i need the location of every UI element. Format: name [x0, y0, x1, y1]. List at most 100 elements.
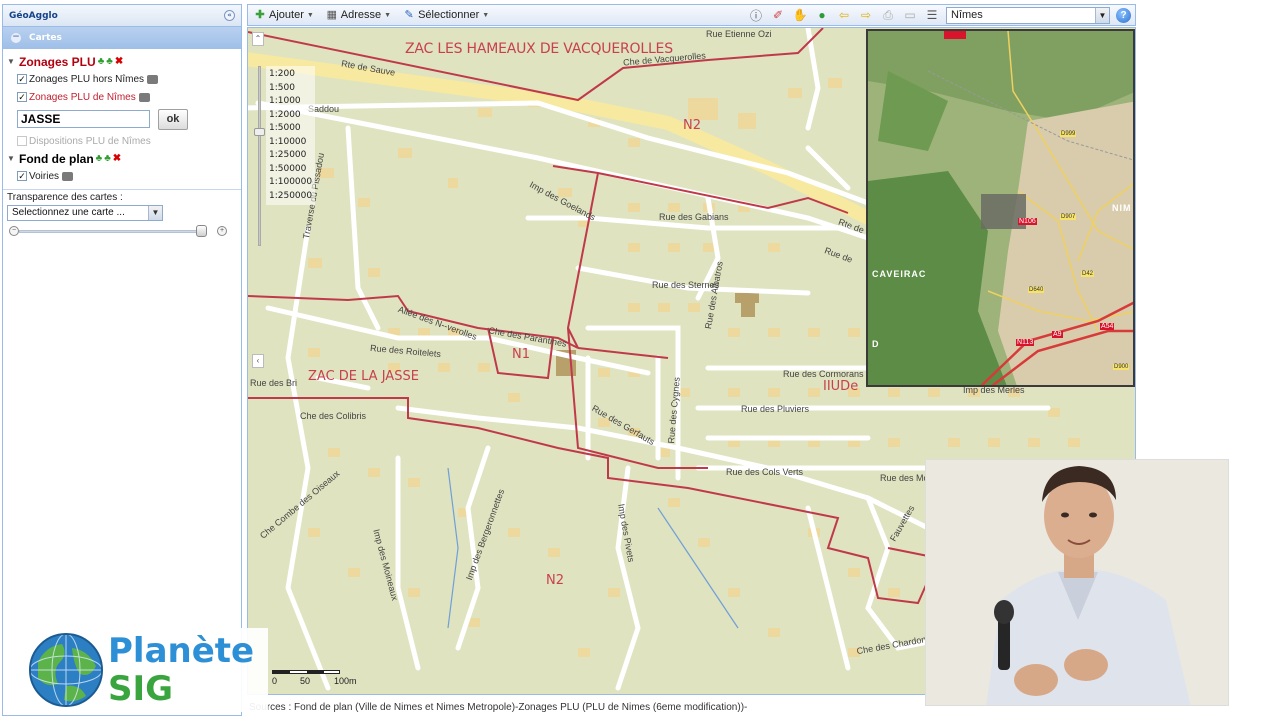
collapse-section-icon[interactable]: −: [11, 33, 21, 43]
layer-checkbox[interactable]: ✓: [17, 74, 27, 84]
chevron-down-icon: ▼: [482, 11, 490, 19]
zoom-level-item[interactable]: 1:10000: [269, 136, 312, 150]
slider-thumb[interactable]: [196, 225, 207, 237]
scale-bar: 0 50 100m: [272, 668, 362, 688]
slider-minus-icon[interactable]: −: [9, 226, 19, 236]
select-menu-button[interactable]: ✎ Sélectionner ▼: [397, 5, 495, 25]
street-label: Rue des Bri: [250, 378, 298, 388]
overview-label: CAVEIRAC: [872, 269, 927, 279]
chevron-down-icon: ▼: [306, 11, 314, 19]
zoom-level-item[interactable]: 1:25000: [269, 149, 312, 163]
road-badge: A9: [1052, 331, 1063, 338]
eraser-icon[interactable]: ✐: [770, 7, 786, 23]
group-zonages-plu[interactable]: ▼ Zonages PLU ♣ ♣ ✖: [7, 53, 237, 70]
move-down-icon[interactable]: ♣: [106, 56, 113, 67]
map-select[interactable]: Selectionnez une carte ... ▼: [7, 205, 163, 221]
move-down-icon[interactable]: ♣: [104, 153, 111, 164]
group-title: Zonages PLU: [19, 54, 96, 69]
group-fond-de-plan[interactable]: ▼ Fond de plan ♣ ♣ ✖: [7, 150, 237, 167]
expand-arrow-icon[interactable]: ▼: [7, 57, 17, 66]
layers-panel: GéoAgglo « − Cartes ▼ Zonages PLU ♣ ♣ ✖ …: [2, 4, 242, 716]
scale-label: 50: [300, 676, 311, 686]
logo-text: Planète SIG: [108, 632, 254, 708]
overview-map[interactable]: CAVEIRAC NIM D N106 N113 A9 A54 D999 D90…: [866, 29, 1135, 387]
zoom-level-item[interactable]: 1:500: [269, 82, 312, 96]
collapse-icon[interactable]: «: [224, 10, 235, 21]
export-icon[interactable]: ▭: [902, 7, 918, 23]
logo-line-1: Planète: [108, 631, 255, 671]
zoom-level-item[interactable]: 1:2000: [269, 109, 312, 123]
layer-zonages-nimes[interactable]: ✓ Zonages PLU de Nîmes: [7, 88, 237, 106]
zoom-rail[interactable]: [258, 66, 261, 246]
planete-sig-logo: Planète SIG: [16, 628, 268, 712]
zoom-level-item[interactable]: 1:200: [269, 68, 312, 82]
globe-logo-icon: [29, 633, 103, 707]
commune-select[interactable]: Nîmes ▼: [946, 6, 1110, 24]
zone-label-jasse: ZAC DE LA JASSE: [308, 369, 419, 384]
add-menu-button[interactable]: ✚ Ajouter ▼: [248, 5, 320, 25]
arrow-back-icon[interactable]: ⇦: [836, 7, 852, 23]
delete-icon[interactable]: ✖: [115, 56, 123, 67]
delete-icon[interactable]: ✖: [113, 153, 121, 164]
slider-plus-icon[interactable]: +: [217, 226, 227, 236]
layer-checkbox[interactable]: ✓: [17, 171, 27, 181]
cartes-section-header[interactable]: − Cartes: [3, 27, 241, 49]
ok-button[interactable]: ok: [158, 108, 188, 130]
transparency-slider[interactable]: − +: [9, 223, 235, 239]
road-badge: D640: [1028, 287, 1045, 293]
pan-left-icon[interactable]: ‹: [252, 354, 264, 368]
chevron-down-icon[interactable]: ▼: [1095, 7, 1109, 23]
street-label: Rue des Pluviers: [741, 404, 810, 414]
address-menu-button[interactable]: ▦ Adresse ▼: [320, 5, 397, 25]
chevron-down-icon[interactable]: ▼: [148, 206, 162, 220]
layer-label: Zonages PLU hors Nîmes: [29, 73, 145, 85]
database-icon[interactable]: [147, 74, 159, 84]
panel-header: GéoAgglo «: [3, 5, 241, 27]
legend-icon[interactable]: ☰: [924, 7, 940, 23]
zoom-knob[interactable]: [254, 128, 265, 136]
arrow-forward-icon[interactable]: ⇨: [858, 7, 874, 23]
zoom-level-item[interactable]: 1:100000: [269, 176, 312, 190]
move-up-icon[interactable]: ♣: [96, 153, 103, 164]
road-badge: D999: [1060, 131, 1077, 137]
layer-label: Zonages PLU de Nîmes: [29, 91, 136, 103]
zone-search-input[interactable]: JASSE: [17, 110, 150, 128]
pan-up-icon[interactable]: ⌃: [252, 32, 264, 46]
zoom-level-item[interactable]: 1:250000: [269, 190, 312, 204]
add-icon: ✚: [255, 9, 265, 21]
globe-icon[interactable]: ●: [814, 7, 830, 23]
info-icon[interactable]: ⓘ: [748, 7, 764, 23]
database-icon[interactable]: [138, 92, 150, 102]
zoom-level-item[interactable]: 1:1000: [269, 95, 312, 109]
overview-label: D: [872, 339, 879, 349]
pan-hand-icon[interactable]: ✋: [792, 7, 808, 23]
scale-label: 0: [272, 676, 278, 686]
zoom-level-item[interactable]: 1:50000: [269, 163, 312, 177]
layer-checkbox[interactable]: ✓: [17, 92, 27, 102]
print-icon[interactable]: ⎙: [880, 7, 896, 23]
logo-line-2: SIG: [108, 669, 174, 709]
layer-voiries[interactable]: ✓ Voiries: [7, 167, 237, 185]
layer-checkbox[interactable]: [17, 136, 27, 146]
zone-label-n1: N1: [512, 347, 530, 362]
layer-zonages-hors-nimes[interactable]: ✓ Zonages PLU hors Nîmes: [7, 70, 237, 88]
scale-bar-graphic: [272, 670, 340, 674]
street-label: Rue des Cormorans: [783, 369, 864, 379]
select-label: Sélectionner: [418, 9, 480, 21]
database-icon[interactable]: [62, 171, 74, 181]
zoom-level-item[interactable]: 1:5000: [269, 122, 312, 136]
zoom-scale-list: 1:200 1:500 1:1000 1:2000 1:5000 1:10000…: [266, 66, 316, 205]
layer-dispositions-plu[interactable]: Dispositions PLU de Nîmes: [7, 132, 237, 150]
streams-layer: [447, 467, 739, 629]
road-badge: D907: [1060, 214, 1077, 220]
presenter-video: [925, 459, 1229, 706]
zone-search-row: JASSE ok: [7, 106, 237, 132]
expand-arrow-icon[interactable]: ▼: [7, 154, 17, 163]
building-icon: ▦: [326, 9, 337, 21]
slider-track[interactable]: [19, 230, 207, 233]
move-up-icon[interactable]: ♣: [98, 56, 105, 67]
help-icon[interactable]: ?: [1116, 7, 1131, 23]
layer-label: Voiries: [29, 170, 60, 182]
road-badge: D42: [1081, 271, 1095, 277]
panel-title: GéoAgglo: [9, 10, 58, 21]
